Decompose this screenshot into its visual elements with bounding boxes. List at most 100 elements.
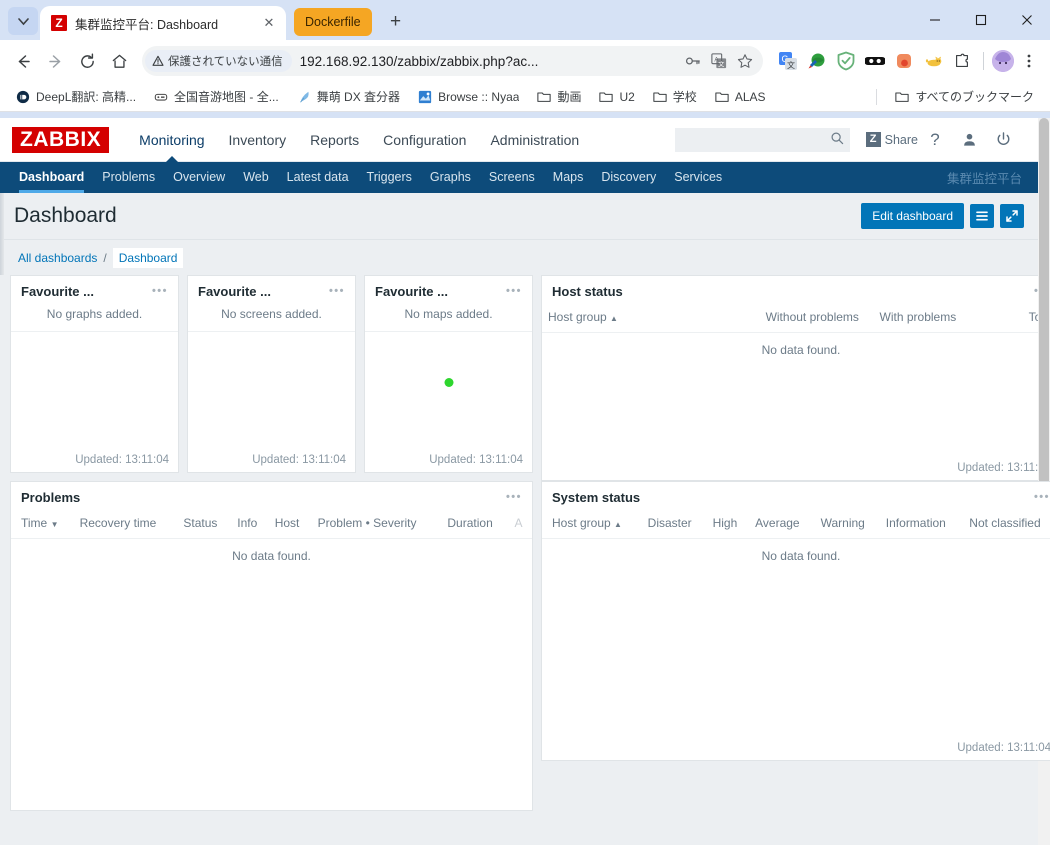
breadcrumb-all-dashboards[interactable]: All dashboards <box>18 251 97 265</box>
table-header-row: Time ▼ Recovery time Status Info Host Pr… <box>11 513 532 539</box>
col-information[interactable]: Information <box>879 513 964 539</box>
home-button[interactable] <box>104 46 134 76</box>
subnav-dashboard[interactable]: Dashboard <box>10 162 93 193</box>
map-icon <box>154 93 168 101</box>
nav-inventory[interactable]: Inventory <box>217 118 299 162</box>
col-host[interactable]: Host <box>268 513 312 539</box>
col-disaster[interactable]: Disaster <box>641 513 707 539</box>
col-with-problems[interactable]: With problems <box>873 307 983 333</box>
col-host-group[interactable]: Host group ▲ <box>542 307 760 333</box>
bookmark-deepl[interactable]: DeepL翻訳: 高精... <box>8 85 144 108</box>
subnav-graphs[interactable]: Graphs <box>421 162 480 193</box>
recorder-extension-icon[interactable] <box>891 48 917 74</box>
col-average[interactable]: Average <box>749 513 815 539</box>
reload-button[interactable] <box>72 46 102 76</box>
puzzle-glyph <box>956 53 968 67</box>
new-tab-button[interactable]: + <box>382 8 410 36</box>
share-button[interactable]: Z Share <box>865 132 918 147</box>
problems-table: Time ▼ Recovery time Status Info Host Pr… <box>11 513 532 539</box>
col-info[interactable]: Info <box>231 513 269 539</box>
col-without-problems[interactable]: Without problems <box>759 307 874 333</box>
search-icon[interactable] <box>830 131 844 148</box>
tab-search-button[interactable] <box>8 7 38 35</box>
browser-tab-dockerfile[interactable]: Dockerfile <box>294 8 372 36</box>
col-host-group[interactable]: Host group ▲ <box>542 513 642 539</box>
nav-administration[interactable]: Administration <box>478 118 591 162</box>
deepl-icon <box>16 90 30 103</box>
col-ack-clipped[interactable]: A <box>508 513 532 539</box>
nav-reports[interactable]: Reports <box>298 118 371 162</box>
subnav-discovery[interactable]: Discovery <box>592 162 665 193</box>
widget-updated: Updated: 13:11:04 <box>957 462 1050 474</box>
bookmark-nyaa[interactable]: Browse :: Nyaa <box>410 87 527 107</box>
search-input[interactable] <box>680 132 830 147</box>
col-high[interactable]: High <box>706 513 750 539</box>
address-bar[interactable]: 保護されていない通信 192.168.92.130/zabbix/zabbix.… <box>142 46 763 76</box>
google-translate-extension-icon[interactable]: G 文 <box>775 48 801 74</box>
widget-menu-icon[interactable]: ••• <box>329 286 345 297</box>
widget-title: System status <box>552 490 641 505</box>
subnav-latest-data[interactable]: Latest data <box>278 162 358 193</box>
extensions-puzzle-icon[interactable] <box>949 48 975 74</box>
bookmark-folder-u2[interactable]: U2 <box>591 87 642 107</box>
close-icon <box>1022 15 1032 25</box>
col-duration[interactable]: Duration <box>441 513 509 539</box>
search-box[interactable] <box>674 127 850 152</box>
share-badge-icon: Z <box>865 132 881 147</box>
subnav-overview[interactable]: Overview <box>164 162 234 193</box>
close-window-button[interactable] <box>1004 0 1050 40</box>
subnav-screens[interactable]: Screens <box>480 162 544 193</box>
key-icon[interactable] <box>681 49 705 73</box>
breadcrumb-current[interactable]: Dashboard <box>112 247 184 268</box>
all-bookmarks-button[interactable]: すべてのブックマーク <box>887 85 1042 108</box>
widget-header: Favourite ... ••• <box>11 276 178 307</box>
close-icon[interactable]: ✕ <box>260 14 278 32</box>
share-label: Share <box>884 132 918 147</box>
back-button[interactable] <box>8 46 38 76</box>
help-icon[interactable]: ? <box>918 123 952 157</box>
dashboard-menu-button[interactable] <box>970 204 994 228</box>
bookmark-folder-gakkou[interactable]: 学校 <box>645 85 705 108</box>
bookmark-map[interactable]: 全国音游地图 - 全... <box>146 85 287 108</box>
sign-out-icon[interactable] <box>986 123 1020 157</box>
col-problem-severity[interactable]: Problem • Severity <box>311 513 442 539</box>
subnav-services[interactable]: Services <box>665 162 731 193</box>
forward-button[interactable] <box>40 46 70 76</box>
bookmark-maimai[interactable]: 舞萌 DX 査分器 <box>289 85 408 108</box>
bookmark-star-icon[interactable] <box>733 49 757 73</box>
zabbix-logo[interactable]: ZABBIX <box>12 126 110 153</box>
col-status[interactable]: Status <box>177 513 232 539</box>
widget-menu-icon[interactable]: ••• <box>506 492 522 503</box>
adguard-extension-icon[interactable] <box>833 48 859 74</box>
subnav-maps[interactable]: Maps <box>544 162 593 193</box>
widget-menu-icon[interactable]: ••• <box>1034 492 1050 503</box>
widget-menu-icon[interactable]: ••• <box>506 286 522 297</box>
minimize-button[interactable] <box>912 0 958 40</box>
bookmark-folder-alas[interactable]: ALAS <box>707 87 774 107</box>
folder-icon <box>537 92 552 102</box>
kiosk-mode-button[interactable] <box>1000 204 1024 228</box>
security-indicator[interactable]: 保護されていない通信 <box>145 50 292 72</box>
edit-dashboard-button[interactable]: Edit dashboard <box>861 203 964 229</box>
col-not-classified[interactable]: Not classified <box>963 513 1050 539</box>
col-recovery-time[interactable]: Recovery time <box>73 513 178 539</box>
idm-extension-icon[interactable] <box>804 48 830 74</box>
subnav-triggers[interactable]: Triggers <box>358 162 421 193</box>
widget-menu-icon[interactable]: ••• <box>152 286 168 297</box>
user-icon[interactable] <box>952 123 986 157</box>
subnav-problems[interactable]: Problems <box>93 162 164 193</box>
cat-extension-icon[interactable] <box>920 48 946 74</box>
bookmark-folder-douga[interactable]: 動画 <box>529 85 589 108</box>
browser-tab-active[interactable]: Z 集群监控平台: Dashboard ✕ <box>40 6 286 40</box>
subnav-web[interactable]: Web <box>234 162 277 193</box>
dark-reader-extension-icon[interactable] <box>862 48 888 74</box>
avatar[interactable] <box>992 50 1014 72</box>
nav-monitoring[interactable]: Monitoring <box>127 118 216 162</box>
nav-configuration[interactable]: Configuration <box>371 118 478 162</box>
col-time[interactable]: Time ▼ <box>11 513 74 539</box>
maximize-button[interactable] <box>958 0 1004 40</box>
col-warning[interactable]: Warning <box>814 513 880 539</box>
browser-menu-button[interactable] <box>1016 48 1042 74</box>
widget-problems: Problems ••• Time ▼ Recovery time Status… <box>10 481 533 811</box>
translate-icon[interactable]: 文 A <box>707 49 731 73</box>
